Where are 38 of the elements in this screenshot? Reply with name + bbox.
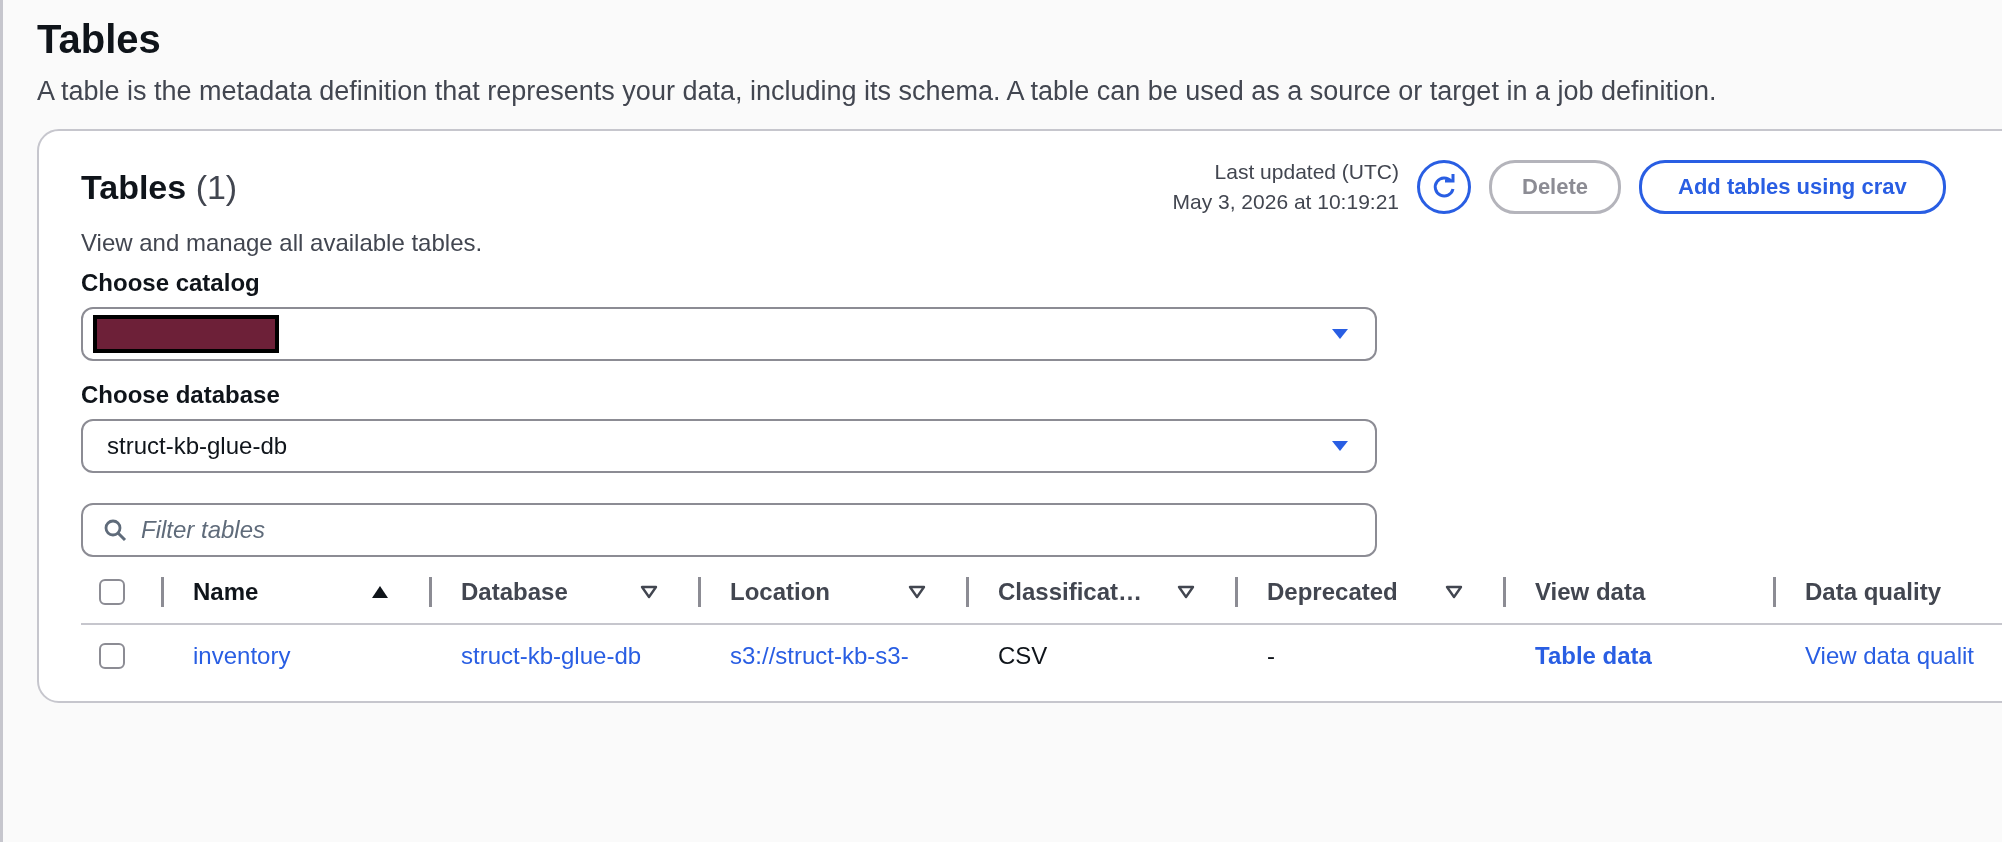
- refresh-button[interactable]: [1417, 160, 1471, 214]
- add-tables-button[interactable]: Add tables using crav: [1639, 160, 1946, 214]
- sort-down-icon[interactable]: [908, 585, 926, 599]
- page-description: A table is the metadata definition that represents your data, including its schema. A table can be used as a source or target in a job definition.: [37, 76, 1718, 107]
- table-count: (1): [195, 167, 238, 206]
- page-title: Tables: [37, 16, 162, 63]
- sort-down-icon[interactable]: [1177, 585, 1195, 599]
- search-field[interactable]: Filter tables: [81, 503, 1377, 557]
- panel-title: Tables: [81, 167, 187, 206]
- table-link[interactable]: inventory: [193, 642, 291, 670]
- caret-icon: [1331, 328, 1349, 340]
- panel-subtitle: View and manage all available tables.: [81, 229, 484, 257]
- column-header[interactable]: View data: [1535, 578, 1646, 606]
- column-header[interactable]: Deprecated: [1267, 578, 1398, 606]
- table-link[interactable]: Table data: [1535, 642, 1652, 670]
- field-label: Choose database: [81, 381, 281, 409]
- last-updated-time: May 3, 2026 at 10:19:21: [1172, 189, 1399, 215]
- column-header[interactable]: Name: [193, 578, 259, 606]
- column-header[interactable]: Location: [730, 578, 830, 606]
- field-label: Choose catalog: [81, 269, 261, 297]
- table-cell: -: [1267, 642, 1275, 670]
- last-updated-label: Last updated (UTC): [1214, 159, 1399, 185]
- caret-icon: [1331, 440, 1349, 452]
- column-header[interactable]: Data quality: [1805, 578, 1942, 606]
- table-cell: CSV: [998, 642, 1048, 670]
- column-header[interactable]: Classificat…: [998, 578, 1143, 606]
- sort-up-icon[interactable]: [371, 585, 389, 599]
- select-all-checkbox[interactable]: [99, 579, 125, 605]
- catalog-select[interactable]: [81, 307, 1377, 361]
- search-icon: [103, 518, 127, 542]
- table-link[interactable]: View data qualit: [1805, 642, 1974, 670]
- table-link[interactable]: s3://struct-kb-s3-: [730, 642, 909, 670]
- database-select[interactable]: struct-kb-glue-db: [81, 419, 1377, 473]
- table-link[interactable]: struct-kb-glue-db: [461, 642, 642, 670]
- row-checkbox[interactable]: [99, 643, 125, 669]
- sort-down-icon[interactable]: [640, 585, 658, 599]
- column-header[interactable]: Database: [461, 578, 568, 606]
- sort-down-icon[interactable]: [1445, 585, 1463, 599]
